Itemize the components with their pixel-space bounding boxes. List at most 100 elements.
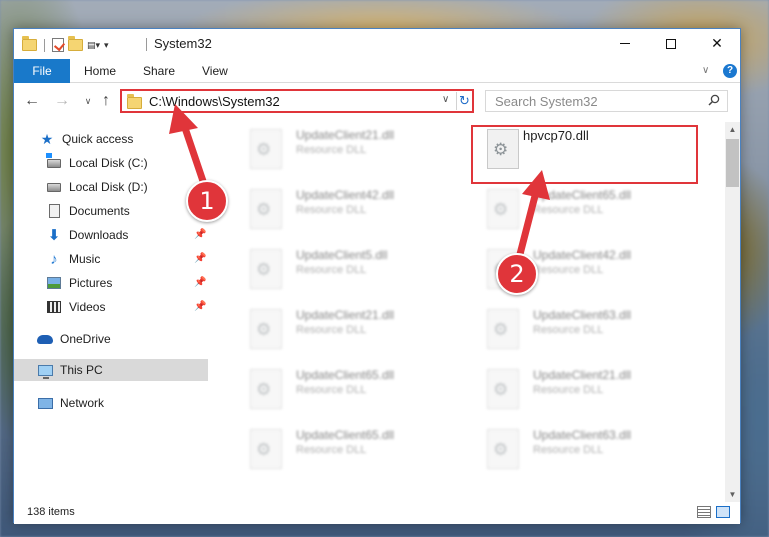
sidebar-item-label: Music [69, 252, 101, 266]
address-bar[interactable]: C:\Windows\System32 ∨ ↻ [120, 89, 474, 113]
file-type: Resource DLL [296, 144, 367, 156]
file-type: Resource DLL [296, 444, 367, 456]
help-icon[interactable]: ? [723, 64, 737, 78]
file-type: Resource DLL [296, 204, 367, 216]
file-item[interactable]: UpdateClient21.dll Resource DLL [475, 366, 695, 418]
folder-icon[interactable] [22, 36, 37, 51]
dll-file-icon [250, 249, 282, 289]
file-item[interactable]: UpdateClient21.dll Resource DLL [238, 306, 458, 358]
pin-icon[interactable]: 📌 [194, 229, 206, 240]
forward-arrow-icon[interactable]: → [52, 91, 72, 111]
sidebar-item-videos[interactable]: Videos 📌 [14, 296, 208, 318]
sidebar-item-label: Pictures [69, 276, 113, 290]
star-icon: ★ [40, 130, 54, 147]
pin-icon[interactable]: 📌 [194, 277, 206, 288]
sidebar-item-downloads[interactable]: ⬇ Downloads 📌 [14, 224, 208, 246]
tab-view[interactable]: View [202, 59, 228, 83]
toolbar-dropdown-icon[interactable]: ▾ [104, 40, 109, 51]
file-name: UpdateClient63.dll [533, 428, 632, 442]
file-item[interactable]: UpdateClient21.dll Resource DLL [238, 126, 458, 178]
file-name: UpdateClient5.dll [296, 248, 388, 262]
new-folder-icon[interactable] [68, 36, 83, 51]
pin-icon[interactable]: 📌 [194, 253, 206, 264]
sidebar-item-documents[interactable]: Documents 📌 [14, 200, 208, 222]
sidebar-item-label: OneDrive [60, 332, 111, 346]
sidebar-item-label: Local Disk (C:) [69, 156, 148, 170]
back-arrow-icon[interactable]: ← [22, 91, 42, 111]
quick-access-toolbar: ▤▾ ▾ [22, 36, 109, 53]
videos-icon [46, 299, 62, 315]
dll-file-icon [250, 369, 282, 409]
file-name: UpdateClient21.dll [296, 308, 395, 322]
tab-file[interactable]: File [14, 59, 70, 83]
minimize-button[interactable] [602, 29, 648, 58]
file-item[interactable]: UpdateClient65.dll Resource DLL [238, 426, 458, 478]
sidebar-item-local-disk-c[interactable]: Local Disk (C:) [14, 152, 208, 174]
refresh-icon[interactable]: ↻ [456, 92, 472, 110]
address-path[interactable]: C:\Windows\System32 [149, 94, 280, 109]
file-explorer-window: ▤▾ ▾ System32 ✕ File Home Share View ∨ ?… [13, 28, 741, 524]
up-arrow-icon[interactable]: ↑ [96, 91, 116, 111]
expand-ribbon-icon[interactable]: ∨ [702, 65, 709, 76]
file-item[interactable]: UpdateClient65.dll Resource DLL [475, 186, 695, 238]
close-icon: ✕ [711, 35, 723, 51]
sidebar-item-music[interactable]: ♪ Music 📌 [14, 248, 208, 270]
sidebar-item-this-pc[interactable]: This PC [14, 359, 208, 381]
file-type: Resource DLL [533, 264, 604, 276]
dll-file-icon [250, 189, 282, 229]
file-item[interactable]: UpdateClient63.dll Resource DLL [475, 426, 695, 478]
computer-icon [37, 362, 53, 379]
sidebar-item-label: Documents [69, 204, 130, 218]
sidebar-item-label: Quick access [62, 132, 134, 146]
scroll-up-icon[interactable]: ▲ [725, 122, 740, 137]
minimize-icon [620, 43, 630, 44]
dll-file-icon [487, 369, 519, 409]
dll-file-icon [250, 309, 282, 349]
maximize-button[interactable] [648, 29, 694, 58]
download-icon: ⬇ [47, 227, 61, 244]
sidebar-item-label: Videos [69, 300, 106, 314]
ribbon-tabs: File Home Share View ∨ ? [14, 59, 740, 83]
search-box[interactable]: Search System32 [485, 90, 728, 112]
sidebar-item-local-disk-d[interactable]: Local Disk (D:) [14, 176, 208, 198]
file-item[interactable]: UpdateClient63.dll Resource DLL [475, 306, 695, 358]
vertical-scrollbar[interactable]: ▲ ▼ [725, 122, 740, 502]
file-type: Resource DLL [296, 324, 367, 336]
drive-icon [46, 179, 62, 195]
tab-share[interactable]: Share [143, 59, 175, 83]
search-placeholder[interactable]: Search System32 [495, 94, 598, 109]
maximize-icon [666, 38, 676, 49]
tab-home[interactable]: Home [84, 59, 116, 83]
sidebar-item-label: This PC [60, 363, 103, 377]
file-type: Resource DLL [533, 384, 604, 396]
music-icon: ♪ [50, 250, 58, 268]
search-icon[interactable] [708, 94, 720, 106]
pictures-icon [46, 275, 62, 291]
scrollbar-thumb[interactable] [726, 139, 739, 187]
dll-file-icon [250, 429, 282, 469]
close-button[interactable]: ✕ [694, 29, 740, 58]
address-dropdown-icon[interactable]: ∨ [442, 94, 449, 105]
sidebar-item-onedrive[interactable]: OneDrive [14, 328, 208, 350]
properties-icon[interactable] [52, 38, 64, 52]
customize-toolbar-icon[interactable]: ▤▾ [87, 40, 100, 51]
callout-badge-1: 1 [186, 180, 228, 222]
window-title: System32 [154, 36, 212, 51]
sidebar-item-network[interactable]: Network [14, 392, 208, 414]
sidebar-item-pictures[interactable]: Pictures 📌 [14, 272, 208, 294]
toolbar-separator [44, 38, 45, 52]
scroll-down-icon[interactable]: ▼ [725, 487, 740, 502]
file-name: UpdateClient42.dll [296, 188, 395, 202]
details-view-icon[interactable] [697, 506, 711, 518]
file-item[interactable]: UpdateClient65.dll Resource DLL [238, 366, 458, 418]
sidebar-item-label: Local Disk (D:) [69, 180, 148, 194]
title-separator [146, 38, 147, 51]
sidebar-item-quick-access[interactable]: ★ Quick access [14, 128, 208, 150]
item-count: 138 items [27, 506, 75, 518]
recent-locations-icon[interactable]: ∨ [78, 91, 98, 111]
large-icons-view-icon[interactable] [716, 506, 730, 518]
network-icon [37, 395, 53, 411]
pin-icon[interactable]: 📌 [194, 301, 206, 312]
file-item[interactable]: UpdateClient5.dll Resource DLL [238, 246, 458, 298]
file-item[interactable]: UpdateClient42.dll Resource DLL [238, 186, 458, 238]
